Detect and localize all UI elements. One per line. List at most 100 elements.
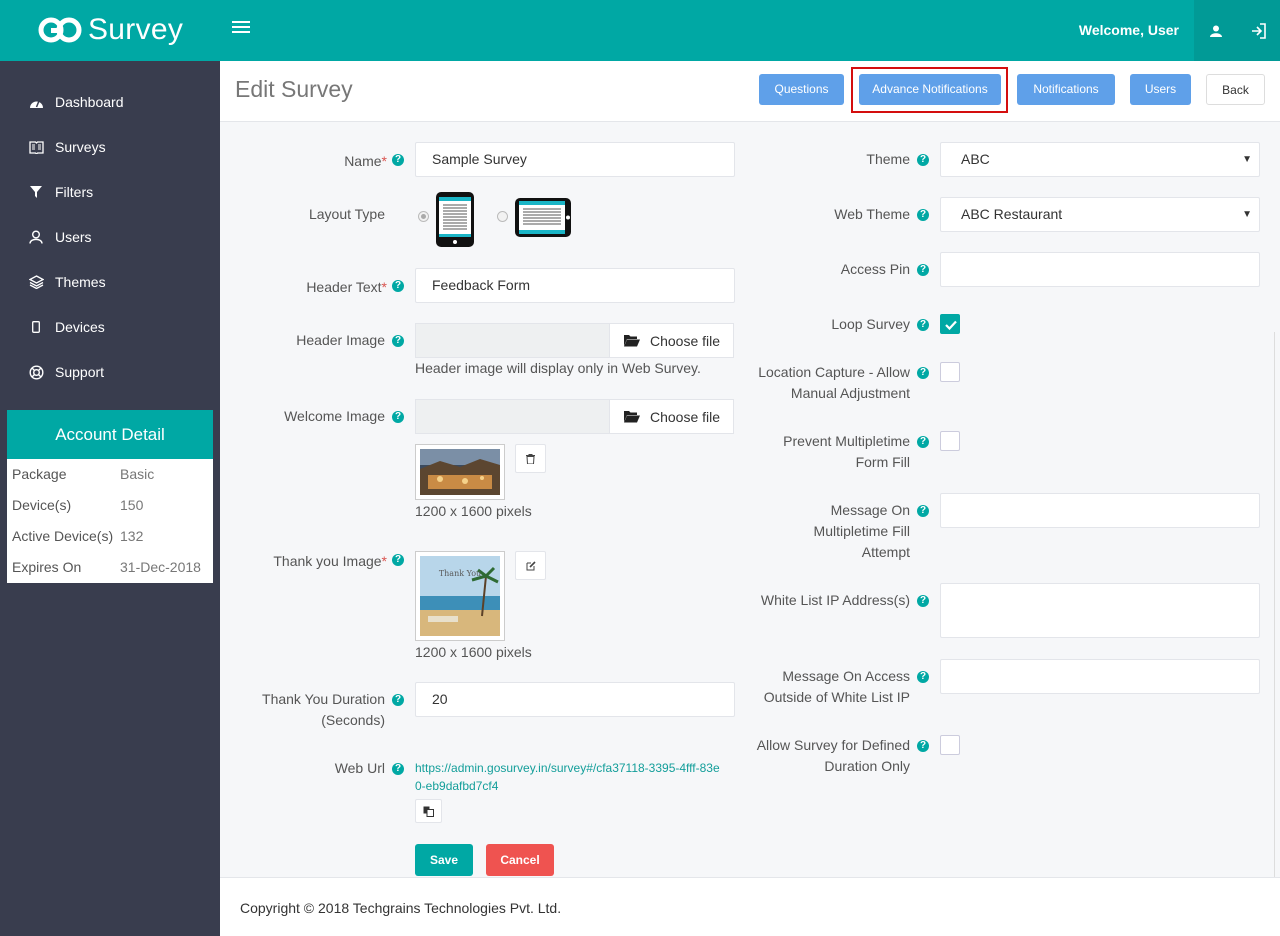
welcome-image-file-input[interactable]: Choose file (415, 399, 734, 434)
header-image-file-input[interactable]: Choose file (415, 323, 734, 358)
sidebar-item-users[interactable]: Users (28, 225, 92, 249)
layout-landscape-radio[interactable] (497, 211, 508, 222)
message-outside-whitelist-input[interactable] (940, 659, 1260, 694)
sidebar-item-filters[interactable]: Filters (28, 180, 93, 204)
logo[interactable]: Survey (38, 10, 183, 50)
choose-file-button[interactable]: Choose file (609, 400, 733, 433)
landscape-layout-icon[interactable] (514, 197, 572, 241)
label-text: Header Text (306, 279, 382, 295)
portrait-layout-icon[interactable] (435, 191, 475, 251)
allow-duration-checkbox[interactable] (940, 735, 960, 755)
help-icon[interactable]: ? (392, 411, 404, 423)
go-logo-icon (38, 12, 82, 48)
delete-image-button[interactable] (515, 444, 546, 473)
help-icon[interactable]: ? (917, 154, 929, 166)
name-input[interactable]: Sample Survey (415, 142, 735, 177)
copy-url-button[interactable] (415, 799, 442, 823)
choose-file-label: Choose file (649, 408, 721, 425)
notifications-button[interactable]: Notifications (1017, 74, 1115, 105)
sidebar-item-label: Filters (55, 184, 94, 200)
back-button[interactable]: Back (1206, 74, 1265, 105)
footer: Copyright © 2018 Techgrains Technologies… (220, 877, 1280, 936)
welcome-image-label: Welcome Image (284, 408, 385, 424)
help-icon[interactable]: ? (917, 671, 929, 683)
account-value: 31-Dec-2018 (120, 559, 201, 575)
web-url-label: Web Url (334, 760, 385, 776)
help-icon[interactable]: ? (917, 436, 929, 448)
label-text: Thank you Image (273, 553, 382, 569)
access-pin-label: Access Pin (840, 261, 910, 277)
help-icon[interactable]: ? (917, 595, 929, 607)
thank-you-duration-input[interactable]: 20 (415, 682, 735, 717)
help-icon[interactable]: ? (392, 554, 404, 566)
web-url-link[interactable]: https://admin.gosurvey.in/survey#/cfa371… (415, 759, 725, 795)
label-text: Outside of White List IP (763, 689, 910, 705)
sidebar-item-support[interactable]: Support (28, 360, 104, 384)
edit-image-button[interactable] (515, 551, 546, 580)
account-value: Basic (120, 466, 155, 482)
message-multiple-fill-input[interactable] (940, 493, 1260, 528)
help-icon[interactable]: ? (917, 740, 929, 752)
label-text: Thank You Duration (262, 691, 385, 707)
prevent-multiple-fill-label: Prevent Multipletime Form Fill (700, 431, 910, 473)
help-icon[interactable]: ? (917, 319, 929, 331)
welcome-text: Welcome, User (1078, 22, 1179, 38)
sidebar-item-dashboard[interactable]: Dashboard (28, 90, 124, 114)
label-text: Form Fill (855, 454, 910, 470)
help-icon[interactable]: ? (392, 694, 404, 706)
required-mark: * (381, 279, 387, 295)
message-multiple-fill-label: Message On Multipletime Fill Attempt (700, 500, 910, 563)
loop-survey-checkbox[interactable] (940, 314, 960, 334)
sidebar-item-surveys[interactable]: Surveys (28, 135, 106, 159)
cancel-button[interactable]: Cancel (486, 844, 554, 876)
layout-portrait-radio[interactable] (418, 211, 429, 222)
filter-icon (28, 184, 44, 200)
trash-icon (526, 453, 535, 464)
scrollbar[interactable] (1274, 332, 1275, 877)
label-text: Message On (830, 502, 910, 518)
help-icon[interactable]: ? (392, 335, 404, 347)
sidebar-item-label: Support (55, 364, 105, 380)
sidebar-item-devices[interactable]: Devices (28, 315, 105, 339)
menu-toggle-icon[interactable] (232, 18, 250, 38)
access-pin-input[interactable] (940, 252, 1260, 287)
questions-button[interactable]: Questions (759, 74, 844, 105)
layout-type-label: Layout Type (308, 206, 385, 222)
location-capture-checkbox[interactable] (940, 362, 960, 382)
sidebar-item-label: Themes (55, 274, 106, 290)
theme-select[interactable]: ABC ▼ (940, 142, 1260, 177)
allow-duration-label: Allow Survey for Defined Duration Only (700, 735, 910, 777)
required-mark: * (381, 153, 387, 169)
help-icon[interactable]: ? (917, 505, 929, 517)
web-theme-select[interactable]: ABC Restaurant ▼ (940, 197, 1260, 232)
prevent-multiple-fill-checkbox[interactable] (940, 431, 960, 451)
header-text-input[interactable]: Feedback Form (415, 268, 735, 303)
logout-button[interactable] (1237, 0, 1280, 61)
help-icon[interactable]: ? (392, 763, 404, 775)
account-value: 132 (120, 528, 144, 544)
users-button[interactable]: Users (1130, 74, 1191, 105)
help-icon[interactable]: ? (917, 367, 929, 379)
sidebar: Dashboard Surveys Filters Users Themes D… (0, 61, 220, 936)
caret-down-icon: ▼ (1242, 209, 1252, 220)
help-icon[interactable]: ? (392, 154, 404, 166)
label-text: Multipletime Fill (813, 523, 910, 539)
account-detail-panel: Account Detail Package Basic Device(s) 1… (7, 410, 213, 583)
label-text: Manual Adjustment (790, 385, 910, 401)
web-theme-label: Web Theme (834, 206, 910, 222)
help-icon[interactable]: ? (917, 209, 929, 221)
sidebar-item-label: Users (55, 229, 92, 245)
profile-button[interactable] (1194, 0, 1237, 61)
advance-notifications-button[interactable]: Advance Notifications (859, 74, 1001, 105)
message-outside-whitelist-label: Message On Access Outside of White List I… (700, 666, 910, 708)
help-icon[interactable]: ? (392, 280, 404, 292)
welcome-image-dimensions: 1200 x 1600 pixels (415, 503, 532, 519)
white-list-ip-textarea[interactable] (940, 583, 1260, 638)
account-key: Device(s) (12, 497, 72, 513)
location-capture-label: Location Capture - Allow Manual Adjustmen… (700, 362, 910, 404)
help-icon[interactable]: ? (917, 264, 929, 276)
lifebuoy-icon (28, 364, 44, 380)
brand-name: Survey (88, 13, 184, 46)
sidebar-item-themes[interactable]: Themes (28, 270, 106, 294)
save-button[interactable]: Save (415, 844, 473, 876)
